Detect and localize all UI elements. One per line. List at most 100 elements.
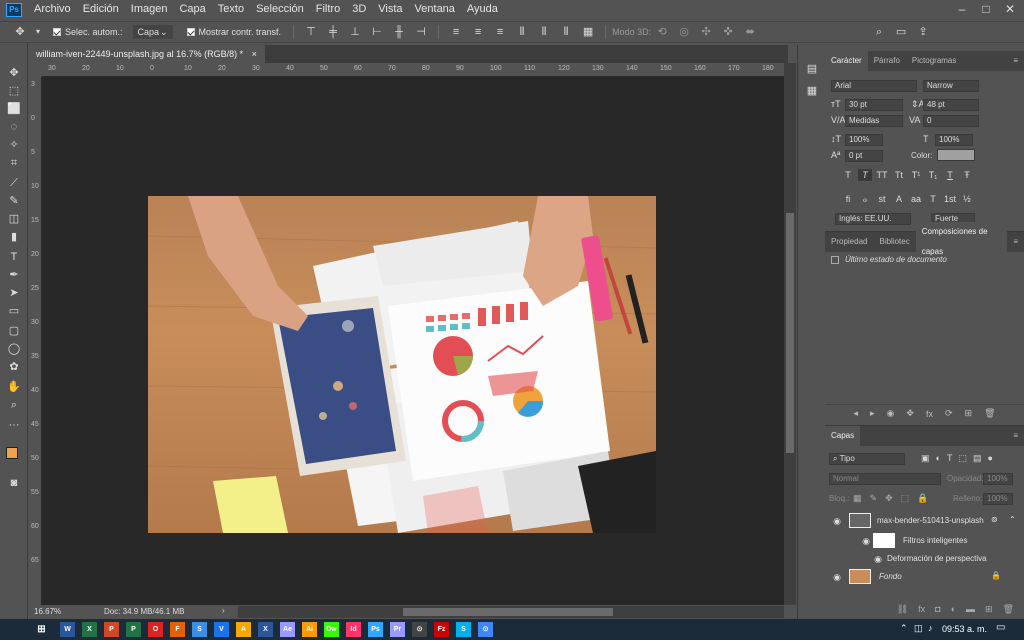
menu-texto[interactable]: Texto xyxy=(212,0,250,19)
taskbar-app-icon[interactable]: Dw xyxy=(324,622,339,637)
taskbar-app-icon[interactable]: S xyxy=(456,622,471,637)
ordinals-button[interactable]: 1st xyxy=(943,193,957,205)
chevron-down-icon[interactable]: ▾ xyxy=(34,24,42,40)
font-style-select[interactable]: Narrow xyxy=(923,80,979,92)
filter-adjust-icon[interactable]: ◐ xyxy=(936,453,941,464)
document-image[interactable] xyxy=(148,196,656,533)
ligatures-button[interactable]: fi xyxy=(841,193,855,205)
lock-transparent-icon[interactable]: ▦ xyxy=(853,493,862,504)
opacity-field[interactable]: 100% xyxy=(983,473,1013,485)
tab-capas[interactable]: Capas xyxy=(825,426,861,446)
stylistic-alternates-button[interactable]: aa xyxy=(909,193,923,205)
minimize-button[interactable]: – xyxy=(950,0,974,19)
taskbar-app-icon[interactable]: V xyxy=(214,622,229,637)
add-mask-icon[interactable]: ◘ xyxy=(935,604,940,614)
titling-alternates-button[interactable]: T xyxy=(926,193,940,205)
menu-edicion[interactable]: Edición xyxy=(77,0,125,19)
taskbar-app-icon[interactable]: S xyxy=(192,622,207,637)
type-tool-icon[interactable]: T xyxy=(4,249,24,265)
clock[interactable]: 09:53 a. m. xyxy=(942,624,987,634)
swash-button[interactable]: A xyxy=(892,193,906,205)
panel-menu-icon[interactable]: ≡ xyxy=(1007,426,1024,446)
pan-3d-icon[interactable]: ✣ xyxy=(698,24,714,40)
close-window-button[interactable]: ✕ xyxy=(998,0,1022,19)
align-bottom-icon[interactable]: ⊥ xyxy=(347,24,363,40)
blend-mode-select[interactable]: Normal xyxy=(829,473,941,485)
layer-filter-select[interactable]: ⌕ Tipo xyxy=(829,453,905,465)
brush-tool-icon[interactable]: ✎ xyxy=(4,193,24,209)
hand-tool-icon[interactable]: ✋ xyxy=(4,379,24,395)
search-icon[interactable]: ⌕ xyxy=(871,24,887,40)
foreground-color-swatch[interactable] xyxy=(6,447,18,459)
tab-parrafo[interactable]: Párrafo xyxy=(868,51,906,71)
tray-chevron-icon[interactable]: ⌃ xyxy=(900,623,908,634)
gradient-tool-icon[interactable]: ▮ xyxy=(4,229,24,245)
taskbar-app-icon[interactable]: O xyxy=(148,622,163,637)
more-tools-icon[interactable]: ··· xyxy=(4,417,24,433)
eye-icon[interactable]: ◉ xyxy=(832,516,842,526)
distribute-right-icon[interactable]: ⦀ xyxy=(558,24,574,40)
align-left-icon[interactable]: ⊢ xyxy=(369,24,385,40)
distribute-hcenter-icon[interactable]: ⦀ xyxy=(536,24,552,40)
layer-name[interactable]: max-bender-510413-unsplash xyxy=(877,516,984,525)
eraser-tool-icon[interactable]: ◫ xyxy=(4,211,24,227)
menu-ventana[interactable]: Ventana xyxy=(409,0,461,19)
layer-name[interactable]: Filtros inteligentes xyxy=(903,536,967,545)
rectangle-tool-icon[interactable]: ▭ xyxy=(4,303,24,319)
new-layer-icon[interactable]: ⊞ xyxy=(985,604,993,615)
tab-propiedades[interactable]: Propiedad xyxy=(825,232,873,252)
menu-vista[interactable]: Vista xyxy=(372,0,408,19)
move-tool-preset-icon[interactable]: ✥ xyxy=(12,24,28,40)
filter-toggle-icon[interactable]: ● xyxy=(987,453,992,464)
leading-field[interactable]: 48 pt xyxy=(923,99,979,111)
language-select[interactable]: Inglés: EE.UU. xyxy=(835,213,911,225)
alternates-button[interactable]: ℴ xyxy=(858,193,872,205)
path-selection-tool-icon[interactable]: ➤ xyxy=(4,285,24,301)
auto-select-checkbox[interactable] xyxy=(53,28,61,36)
taskbar-app-icon[interactable]: F xyxy=(170,622,185,637)
menu-imagen[interactable]: Imagen xyxy=(125,0,174,19)
layer-row-perspective-warp[interactable]: ◉ Deformación de perspectiva xyxy=(825,550,1024,568)
distribute-left-icon[interactable]: ⦀ xyxy=(514,24,530,40)
vertical-scale-field[interactable]: 100% xyxy=(845,134,883,146)
taskbar-app-icon[interactable]: ⊙ xyxy=(412,622,427,637)
magic-wand-tool-icon[interactable]: ✧ xyxy=(4,137,24,153)
previous-comp-icon[interactable]: ◂ xyxy=(853,408,858,419)
canvas-horizontal-scrollbar[interactable] xyxy=(238,606,784,618)
distribute-bottom-icon[interactable]: ≡ xyxy=(492,24,508,40)
layer-name[interactable]: Deformación de perspectiva xyxy=(887,554,987,563)
text-color-swatch[interactable] xyxy=(937,149,975,161)
horizontal-ruler[interactable]: 30 20 10 0 10 20 30 40 50 60 70 80 90 100 110 120 130 140… xyxy=(42,63,784,77)
strikethrough-button[interactable]: Ŧ xyxy=(960,169,974,181)
tab-caracter[interactable]: Carácter xyxy=(825,51,868,71)
link-layers-icon[interactable]: ⛓ xyxy=(897,604,908,615)
position-comp-icon[interactable]: ✥ xyxy=(906,408,914,419)
lock-all-icon[interactable]: 🔒 xyxy=(917,493,928,504)
taskbar-app-icon[interactable]: X xyxy=(82,622,97,637)
ellipse-tool-icon[interactable]: ◯ xyxy=(4,341,24,357)
scroll-thumb[interactable] xyxy=(403,608,613,616)
taskbar-app-icon[interactable]: Pr xyxy=(390,622,405,637)
chevron-up-icon[interactable]: ⌃ xyxy=(1009,515,1016,524)
layer-row-smart-object[interactable]: ◉ max-bender-510413-unsplash ⊚ ⌃ xyxy=(825,512,1024,530)
next-comp-icon[interactable]: ▸ xyxy=(870,408,875,419)
discretionary-ligatures-button[interactable]: st xyxy=(875,193,889,205)
taskbar-app-icon[interactable]: P xyxy=(126,622,141,637)
visibility-comp-icon[interactable]: ◉ xyxy=(887,408,895,419)
horizontal-scale-field[interactable]: 100% xyxy=(935,134,973,146)
menu-archivo[interactable]: Archivo xyxy=(28,0,77,19)
align-right-icon[interactable]: ⊣ xyxy=(413,24,429,40)
baseline-shift-field[interactable]: 0 pt xyxy=(845,150,883,162)
distribute-vcenter-icon[interactable]: ≡ xyxy=(470,24,486,40)
taskbar-app-icon[interactable]: Id xyxy=(346,622,361,637)
menu-capa[interactable]: Capa xyxy=(173,0,211,19)
move-tool-icon[interactable]: ✥ xyxy=(4,65,24,81)
distribute-top-icon[interactable]: ≡ xyxy=(448,24,464,40)
lasso-tool-icon[interactable]: ◌ xyxy=(4,119,24,135)
adjustment-layer-icon[interactable]: ◐ xyxy=(951,604,956,614)
panel-menu-icon[interactable]: ≡ xyxy=(1007,232,1024,252)
doc-size-info[interactable]: Doc: 34.9 MB/46.1 MB xyxy=(104,607,184,616)
crop-tool-icon[interactable]: ⌗ xyxy=(4,155,24,171)
taskbar-app-icon[interactable]: X xyxy=(258,622,273,637)
document-tab[interactable]: william-iven-22449-unsplash.jpg al 16.7%… xyxy=(28,45,265,63)
